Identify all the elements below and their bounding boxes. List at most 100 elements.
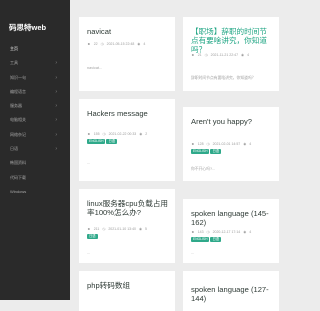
- nav-item-network[interactable]: 网络杂记 ›: [0, 128, 70, 142]
- nav-item-label: 韩国资料: [10, 160, 26, 166]
- tag-badge[interactable]: ENGLISH: [87, 139, 106, 144]
- post-excerpt: ...: [87, 161, 91, 165]
- tag-badge[interactable]: 日语: [87, 234, 98, 239]
- post-title[interactable]: Aren't you happy?: [191, 117, 273, 126]
- eye-icon: ◉: [243, 142, 247, 146]
- eye-icon: ◉: [137, 42, 141, 46]
- person-icon: ☻: [191, 53, 195, 57]
- post-date: 2021-02-22 00:33: [108, 132, 137, 136]
- post-excerpt: ...: [87, 251, 91, 255]
- post-excerpt: 辞职时间节点有要啥讲究，你知道吗？: [191, 76, 256, 80]
- post-views: 2: [145, 132, 148, 136]
- clock-icon: ◷: [204, 53, 208, 57]
- nav-item-home[interactable]: 主页: [0, 42, 70, 56]
- tag-badge[interactable]: 日语: [106, 139, 118, 144]
- tag-badge[interactable]: ENGLISH: [191, 149, 210, 154]
- post-card[interactable]: Hackers message ☻ 155 ◷ 2021-02-22 00:33 ◉ 2 …: [79, 99, 175, 181]
- nav-item-label: 知识一句: [10, 74, 26, 80]
- post-card[interactable]: spoken language (127-144): [183, 271, 279, 311]
- clock-icon: ◷: [102, 132, 106, 136]
- nav-item-label: 工具: [10, 60, 18, 66]
- chevron-right-icon: ›: [55, 60, 57, 67]
- nav-item-windows[interactable]: Windows: [0, 185, 70, 199]
- post-card[interactable]: 【职场】辞职的时间节点有要啥讲究，你知道吗？ ☻ 21 ◷ 2021-11-21 22…: [183, 17, 279, 91]
- post-author: 211: [93, 227, 100, 231]
- post-title[interactable]: spoken language (145-162): [191, 209, 273, 227]
- chevron-right-icon: ›: [55, 103, 57, 110]
- post-date: 2021-01-10 13:40: [108, 227, 136, 231]
- eye-icon: ◉: [243, 230, 247, 234]
- tag-badge[interactable]: 日语: [210, 237, 222, 242]
- post-card[interactable]: linux服务器cpu负载占用率100%怎么办? ☻ 211 ◷ 2021-01-10…: [79, 189, 175, 263]
- nav-item-download[interactable]: 代码下载: [0, 171, 70, 185]
- chevron-right-icon: ›: [55, 74, 57, 81]
- post-tags: ENGLISH 日语: [191, 237, 222, 242]
- chevron-right-icon: ›: [55, 146, 57, 153]
- eye-icon: ◉: [241, 53, 245, 57]
- person-icon: ☻: [191, 230, 195, 234]
- post-date: 2020-12-17 17:14: [212, 230, 241, 234]
- post-meta: ☻ 128 ◷ 2021-02-01 14:57 ◉ 4: [191, 142, 254, 146]
- post-date: 2021-11-21 22:47: [210, 53, 239, 57]
- site-logo[interactable]: 码思特web: [9, 22, 69, 33]
- post-tags: ENGLISH 日语: [191, 149, 222, 154]
- post-card[interactable]: php转码数组: [79, 271, 175, 311]
- post-date: 2021-02-01 14:57: [212, 142, 241, 146]
- clock-icon: ◷: [102, 227, 106, 231]
- chevron-right-icon: ›: [55, 131, 57, 138]
- post-excerpt: navicat...: [87, 66, 103, 70]
- post-title[interactable]: 【职场】辞职的时间节点有要啥讲究，你知道吗？: [191, 27, 273, 54]
- post-views: 4: [143, 42, 146, 46]
- post-meta: ☻ 143 ◷ 2020-12-17 17:14 ◉ 4: [191, 230, 254, 234]
- nav-item-korean[interactable]: 韩国资料: [0, 156, 70, 170]
- post-meta: ☻ 211 ◷ 2021-01-10 13:40 ◉ 5: [87, 227, 150, 231]
- post-title[interactable]: php转码数组: [87, 281, 169, 290]
- clock-icon: ◷: [100, 42, 104, 46]
- post-title[interactable]: Hackers message: [87, 109, 169, 118]
- post-card[interactable]: spoken language (145-162) ☻ 143 ◷ 2020-12-1…: [183, 199, 279, 263]
- post-meta: ☻ 22 ◷ 2021-05-15 22:48 ◉ 4: [87, 42, 148, 46]
- nav-item-server[interactable]: 服务器 ›: [0, 99, 70, 113]
- nav-item-knowledge[interactable]: 知识一句 ›: [0, 71, 70, 85]
- post-tags: 日语: [87, 234, 99, 239]
- nav-item-label: 主页: [10, 46, 18, 51]
- post-author: 155: [93, 132, 100, 136]
- chevron-right-icon: ›: [55, 88, 57, 95]
- post-card[interactable]: Aren't you happy? ☻ 128 ◷ 2021-02-01 14:57 ◉…: [183, 107, 279, 181]
- nav-item-programming[interactable]: 编程语言 ›: [0, 85, 70, 99]
- post-tags: ENGLISH 日语: [87, 139, 118, 144]
- nav-item-label: 服务器: [10, 103, 22, 109]
- clock-icon: ◷: [206, 142, 210, 146]
- person-icon: ☻: [87, 227, 91, 231]
- post-grid: navicat ☻ 22 ◷ 2021-05-15 22:48 ◉ 4 navicat..…: [79, 17, 284, 311]
- post-card[interactable]: navicat ☻ 22 ◷ 2021-05-15 22:48 ◉ 4 navicat..…: [79, 17, 175, 91]
- eye-icon: ◉: [138, 227, 143, 231]
- nav-item-label: Windows: [10, 188, 27, 194]
- nav-item-label: 网络杂记: [10, 131, 26, 137]
- post-meta: ☻ 155 ◷ 2021-02-22 00:33 ◉ 2: [87, 132, 150, 136]
- post-author: 22: [93, 42, 98, 46]
- chevron-right-icon: ›: [55, 117, 57, 124]
- person-icon: ☻: [87, 42, 91, 46]
- person-icon: ☻: [191, 142, 195, 146]
- eye-icon: ◉: [139, 132, 143, 136]
- nav-item-label: 电脑相关: [10, 117, 26, 123]
- nav-item-tools[interactable]: 工具 ›: [0, 56, 70, 70]
- post-title[interactable]: linux服务器cpu负载占用率100%怎么办?: [87, 199, 169, 217]
- post-title[interactable]: navicat: [87, 27, 169, 36]
- tag-badge[interactable]: 日语: [210, 149, 222, 154]
- post-title[interactable]: spoken language (127-144): [191, 285, 273, 303]
- nav-item-label: 日语: [10, 146, 18, 152]
- post-meta: ☻ 21 ◷ 2021-11-21 22:47 ◉ 4: [191, 53, 252, 57]
- tag-badge[interactable]: ENGLISH: [191, 237, 210, 242]
- post-excerpt: ...: [191, 251, 195, 255]
- post-excerpt: 你不开心吗?...: [191, 167, 216, 171]
- sidebar-nav: 主页 工具 › 知识一句 › 编程语言 › 服务器 › 电脑相关 › 网络杂记 › 日语 › …: [0, 42, 70, 199]
- post-author: 143: [197, 230, 204, 234]
- nav-item-japanese[interactable]: 日语 ›: [0, 142, 70, 156]
- post-views: 4: [247, 53, 250, 57]
- clock-icon: ◷: [206, 230, 210, 234]
- nav-item-computer[interactable]: 电脑相关 ›: [0, 113, 70, 127]
- post-views: 4: [249, 142, 252, 146]
- post-views: 5: [145, 227, 147, 231]
